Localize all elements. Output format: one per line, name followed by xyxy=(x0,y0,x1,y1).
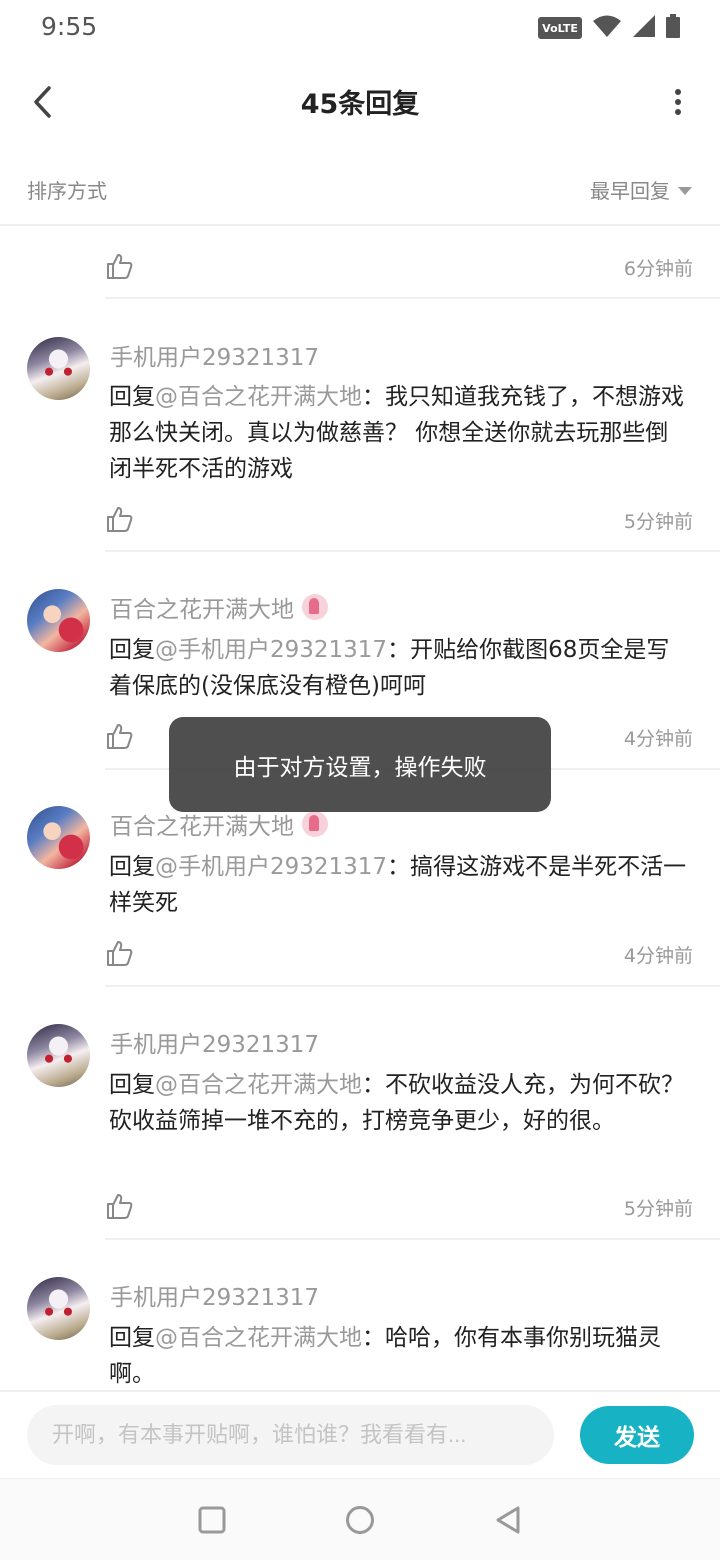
sort-row: 排序方式 最早回复 xyxy=(0,146,720,226)
square-icon xyxy=(198,1506,226,1534)
avatar[interactable] xyxy=(27,589,90,652)
recents-button[interactable] xyxy=(195,1503,229,1537)
mention-link[interactable]: @手机用户29321317 xyxy=(155,854,387,880)
reply-text[interactable]: 回复@百合之花开满大地：不砍收益没人充，为何不砍？砍收益筛掉一堆不充的，打榜竞争… xyxy=(109,1067,690,1139)
avatar[interactable] xyxy=(27,1024,90,1087)
triangle-back-icon xyxy=(496,1506,520,1534)
reply-time: 6分钟前 xyxy=(623,258,693,280)
divider xyxy=(105,985,720,987)
reply-text[interactable]: 回复@百合之花开满大地：我只知道我充钱了，不想游戏那么快关闭。真以为做慈善？ 你… xyxy=(109,379,690,487)
volte-icon: VoLTE xyxy=(538,17,582,39)
status-icons: VoLTE xyxy=(538,14,680,42)
more-vertical-icon xyxy=(675,89,681,115)
more-options-button[interactable] xyxy=(666,82,690,122)
page-title: 45条回复 xyxy=(300,89,420,120)
reply-prefix: 回复 xyxy=(109,637,155,663)
divider xyxy=(105,297,720,299)
avatar[interactable] xyxy=(27,1277,90,1340)
divider xyxy=(105,550,720,552)
reply-time: 4分钟前 xyxy=(623,728,693,750)
send-button[interactable]: 发送 xyxy=(580,1406,694,1464)
like-icon[interactable] xyxy=(106,505,134,533)
toast-message: 由于对方设置，操作失败 xyxy=(169,717,551,812)
status-time: 9:55 xyxy=(41,12,98,41)
signal-icon xyxy=(632,14,656,42)
sort-dropdown[interactable]: 最早回复 xyxy=(590,175,692,204)
reply-composer: 发送 xyxy=(0,1390,720,1478)
username-text: 百合之花开满大地 xyxy=(110,814,294,840)
reply-username[interactable]: 百合之花开满大地 xyxy=(110,807,328,841)
like-icon[interactable] xyxy=(106,252,134,280)
status-bar: 9:55 VoLTE xyxy=(0,0,720,56)
battery-icon xyxy=(666,14,680,42)
username-text: 手机用户29321317 xyxy=(110,1285,320,1311)
user-badge-icon xyxy=(302,594,328,620)
avatar[interactable] xyxy=(27,806,90,869)
username-text: 手机用户29321317 xyxy=(110,1032,320,1058)
reply-text[interactable]: 回复@手机用户29321317：开贴给你截图68页全是写着保底的(没保底没有橙色… xyxy=(109,632,690,704)
reply-time: 4分钟前 xyxy=(623,945,693,967)
mention-link[interactable]: @百合之花开满大地 xyxy=(155,1325,362,1351)
sort-selected-value: 最早回复 xyxy=(590,179,670,203)
reply-text[interactable]: 回复@手机用户29321317：搞得这游戏不是半死不活一样笑死 xyxy=(109,849,690,921)
circle-icon xyxy=(346,1506,374,1534)
like-icon[interactable] xyxy=(106,939,134,967)
system-nav-bar xyxy=(0,1478,720,1560)
username-text: 手机用户29321317 xyxy=(110,345,320,371)
mention-link[interactable]: @手机用户29321317 xyxy=(155,637,387,663)
reply-prefix: 回复 xyxy=(109,384,155,410)
reply-username[interactable]: 手机用户29321317 xyxy=(110,1025,319,1059)
reply-time: 5分钟前 xyxy=(623,511,693,533)
divider xyxy=(105,1238,720,1240)
like-icon[interactable] xyxy=(106,1192,134,1220)
reply-time: 5分钟前 xyxy=(623,1198,693,1220)
mention-link[interactable]: @百合之花开满大地 xyxy=(155,384,362,410)
avatar[interactable] xyxy=(27,337,90,400)
back-nav-button[interactable] xyxy=(491,1503,525,1537)
reply-prefix: 回复 xyxy=(109,1325,155,1351)
home-button[interactable] xyxy=(343,1503,377,1537)
reply-input[interactable] xyxy=(27,1405,554,1465)
wifi-icon xyxy=(592,14,622,42)
reply-prefix: 回复 xyxy=(109,1072,155,1098)
sort-label: 排序方式 xyxy=(27,179,107,203)
reply-username[interactable]: 手机用户29321317 xyxy=(110,1278,319,1312)
username-text: 百合之花开满大地 xyxy=(110,597,294,623)
reply-username[interactable]: 手机用户29321317 xyxy=(110,338,319,372)
reply-username[interactable]: 百合之花开满大地 xyxy=(110,590,328,624)
caret-down-icon xyxy=(678,186,692,195)
reply-prefix: 回复 xyxy=(109,854,155,880)
header: 45条回复 xyxy=(0,56,720,146)
reply-text[interactable]: 回复@百合之花开满大地：哈哈，你有本事你别玩猫灵啊。 xyxy=(109,1320,690,1390)
user-badge-icon xyxy=(302,811,328,837)
like-icon[interactable] xyxy=(106,722,134,750)
mention-link[interactable]: @百合之花开满大地 xyxy=(155,1072,362,1098)
